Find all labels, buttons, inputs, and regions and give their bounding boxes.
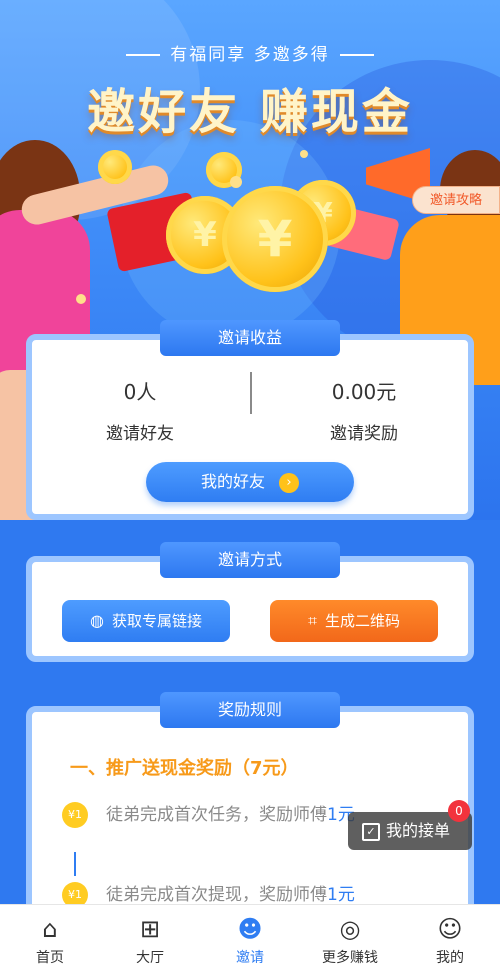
hero-subtitle-text: 有福同享 多邀多得 xyxy=(170,45,330,65)
home-icon: ⌂ xyxy=(42,915,58,943)
bottom-nav: ⌂ 首页 ⊞ 大厅 ☻ 邀请 ◎ 更多赚钱 ☺ 我的 xyxy=(0,904,500,972)
checklist-icon: ✓ xyxy=(362,822,380,841)
nav-home-label: 首页 xyxy=(36,950,64,966)
stat-divider xyxy=(250,372,252,414)
nav-mine-label: 我的 xyxy=(436,950,464,966)
generate-qr-button[interactable]: ⌗ 生成二维码 xyxy=(270,600,438,642)
my-friends-button[interactable]: 我的好友 › xyxy=(146,462,354,502)
nav-mine[interactable]: ☺ 我的 xyxy=(400,905,500,972)
invite-reward-amount: 0.00元 xyxy=(331,380,397,404)
invited-friends-label: 邀请好友 xyxy=(106,424,174,444)
grid-icon: ⊞ xyxy=(139,915,161,943)
add-user-icon: ☻ xyxy=(237,915,263,943)
nav-hall[interactable]: ⊞ 大厅 xyxy=(100,905,200,972)
rule-connector xyxy=(74,852,76,876)
get-link-button-label: 获取专属链接 xyxy=(111,612,202,630)
nav-invite[interactable]: ☻ 邀请 xyxy=(200,905,300,972)
hero-title: 邀好友 赚现金 xyxy=(87,84,413,140)
rule-text: 徒弟完成首次提现，奖励师傅 xyxy=(106,885,327,905)
planet-icon: ◍ xyxy=(90,611,104,630)
sparkle-dot xyxy=(300,150,308,158)
invited-friends-stat: 0人 邀请好友 xyxy=(40,376,240,444)
rules-heading: 一、推广送现金奖励（7元） xyxy=(70,758,299,779)
invite-strategy-tag[interactable]: 邀请攻略 xyxy=(412,186,500,214)
compass-icon: ◎ xyxy=(339,915,361,943)
subtitle-dash xyxy=(339,54,374,56)
generate-qr-button-label: 生成二维码 xyxy=(325,612,401,630)
profile-icon: ☺ xyxy=(437,915,463,943)
nav-more-earn[interactable]: ◎ 更多赚钱 xyxy=(300,905,400,972)
yuan-badge-icon: ¥1 xyxy=(62,802,88,828)
invited-friends-count: 0人 xyxy=(123,380,157,404)
my-orders-float-button[interactable]: ✓ 我的接单 0 xyxy=(348,800,472,850)
nav-hall-label: 大厅 xyxy=(136,950,164,966)
earnings-tab: 邀请收益 xyxy=(160,320,340,356)
orders-count-badge: 0 xyxy=(448,800,470,822)
reward-rules-tab: 奖励规则 xyxy=(160,692,340,728)
sparkle-dot xyxy=(76,294,86,304)
nav-invite-label: 邀请 xyxy=(236,950,264,966)
coin-icon: ¥ xyxy=(222,186,328,292)
rule-amount: 1元 xyxy=(327,885,355,905)
hero-subtitle: 有福同享 多邀多得 xyxy=(0,40,500,65)
chevron-right-icon: › xyxy=(279,472,299,493)
get-link-button[interactable]: ◍ 获取专属链接 xyxy=(62,600,230,642)
nav-more-earn-label: 更多赚钱 xyxy=(322,950,378,966)
my-orders-label: 我的接单 xyxy=(386,821,451,840)
invite-reward-label: 邀请奖励 xyxy=(330,424,398,444)
invite-reward-stat: 0.00元 邀请奖励 xyxy=(264,376,464,444)
rule-text: 徒弟完成首次任务，奖励师傅 xyxy=(106,805,327,825)
coin-icon xyxy=(98,150,132,184)
subtitle-dash xyxy=(126,54,161,56)
nav-home[interactable]: ⌂ 首页 xyxy=(0,905,100,972)
earnings-card: 邀请收益 0人 邀请好友 0.00元 邀请奖励 我的好友 › xyxy=(26,320,474,520)
sparkle-dot xyxy=(230,176,242,188)
invite-methods-tab: 邀请方式 xyxy=(160,542,340,578)
scan-icon: ⌗ xyxy=(307,611,317,630)
my-friends-button-label: 我的好友 xyxy=(200,472,265,491)
invite-methods-card: 邀请方式 ◍ 获取专属链接 ⌗ 生成二维码 xyxy=(26,542,474,662)
